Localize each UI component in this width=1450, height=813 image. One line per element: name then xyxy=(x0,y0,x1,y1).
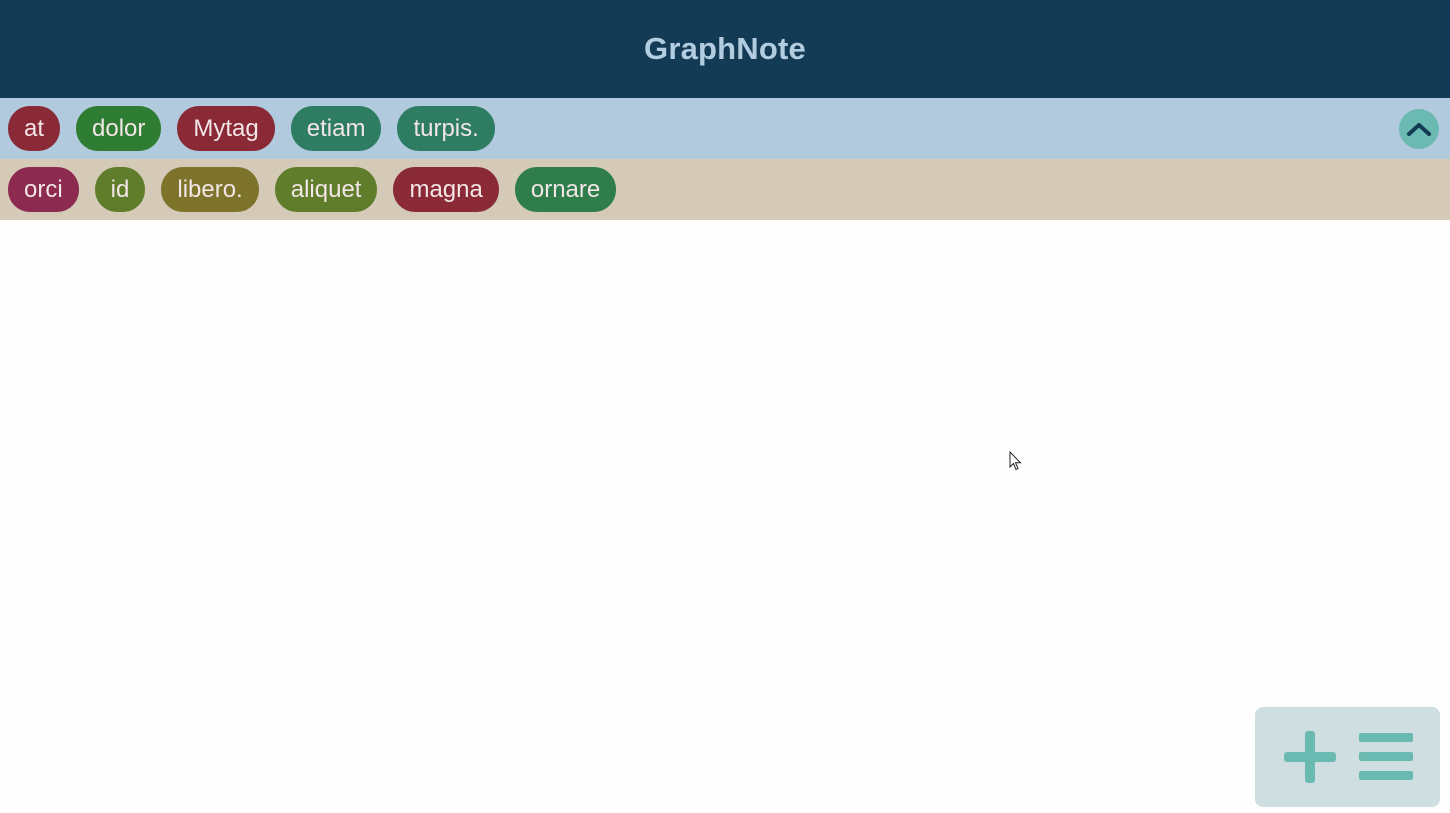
tag-label: dolor xyxy=(92,114,146,142)
add-note-button[interactable] xyxy=(1282,729,1338,785)
plus-icon xyxy=(1283,731,1336,783)
tag-label: aliquet xyxy=(290,175,362,203)
tag-label: orci xyxy=(24,175,63,203)
selected-tag[interactable]: turpis. xyxy=(397,106,495,151)
app-title: GraphNote xyxy=(644,31,806,66)
selected-tag[interactable]: etiam xyxy=(290,106,382,151)
available-tag[interactable]: libero. xyxy=(161,167,259,212)
selected-tag[interactable]: dolor xyxy=(76,106,162,151)
available-tag[interactable]: id xyxy=(94,167,146,212)
collapse-tags-button[interactable] xyxy=(1399,109,1439,149)
available-tag[interactable]: magna xyxy=(393,167,499,212)
selected-tag[interactable]: Mytag xyxy=(177,106,275,151)
selected-tag[interactable]: at xyxy=(8,106,61,151)
tag-label: ornare xyxy=(530,175,601,203)
tag-label: at xyxy=(24,114,45,142)
app-header: GraphNote xyxy=(0,0,1450,98)
available-tag[interactable]: aliquet xyxy=(274,167,378,212)
tag-label: etiam xyxy=(306,114,366,142)
tag-label: Mytag xyxy=(193,114,259,142)
selected-tags-bar: at dolor Mytag etiam turpis. xyxy=(0,98,1450,159)
tag-label: turpis. xyxy=(413,114,479,142)
action-panel xyxy=(1255,707,1440,807)
menu-button[interactable] xyxy=(1358,729,1414,785)
tag-label: id xyxy=(110,175,130,203)
tag-label: magna xyxy=(409,175,483,203)
available-tag[interactable]: ornare xyxy=(514,167,617,212)
available-tag[interactable]: orci xyxy=(8,167,79,212)
available-tags-bar: orci id libero. aliquet magna ornare xyxy=(0,159,1450,220)
menu-icon xyxy=(1358,733,1413,780)
mouse-cursor-icon xyxy=(1009,451,1022,471)
chevron-up-icon xyxy=(1407,123,1431,136)
tag-label: libero. xyxy=(177,175,243,203)
